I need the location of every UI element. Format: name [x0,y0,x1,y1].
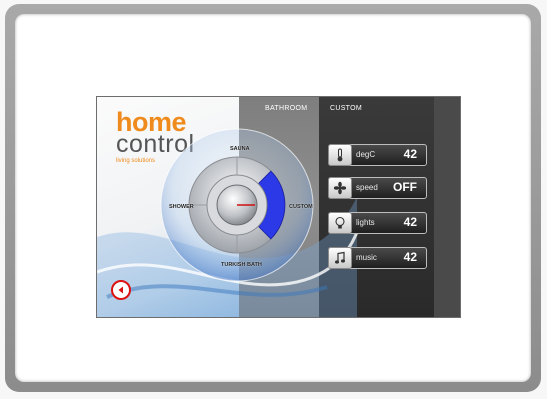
lights-label: lights [356,218,375,227]
device-frame: home control living solutions BATHROOM C… [0,0,547,399]
music-note-icon [328,247,352,269]
music-control[interactable]: music 42 [328,247,427,269]
section-title: BATHROOM [265,105,308,112]
back-button[interactable] [111,280,131,300]
music-value: 42 [403,250,417,264]
touch-screen: home control living solutions BATHROOM C… [96,96,461,318]
temperature-control[interactable]: degC 42 [328,144,427,166]
music-label: music [356,253,377,262]
back-arrow-icon [118,286,123,294]
fan-speed-value: OFF [393,180,417,194]
lights-value: 42 [403,215,417,229]
fan-speed-label: speed [356,183,378,192]
dial-option-turkish-bath[interactable]: TURKISH BATH [221,262,262,268]
dial-option-sauna[interactable]: SAUNA [230,146,250,152]
fan-icon [328,177,352,199]
fan-speed-control[interactable]: speed OFF [328,177,427,199]
brand-tagline: living solutions [116,158,156,164]
lightbulb-icon [328,212,352,234]
lights-control[interactable]: lights 42 [328,212,427,234]
thermometer-icon [328,144,352,166]
dial-option-shower[interactable]: SHOWER [169,204,194,210]
temperature-label: degC [356,150,376,159]
temperature-value: 42 [403,147,417,161]
mode-title: CUSTOM [330,105,363,112]
dial-option-custom[interactable]: CUSTOM [289,204,313,210]
mode-dial[interactable] [157,119,317,284]
